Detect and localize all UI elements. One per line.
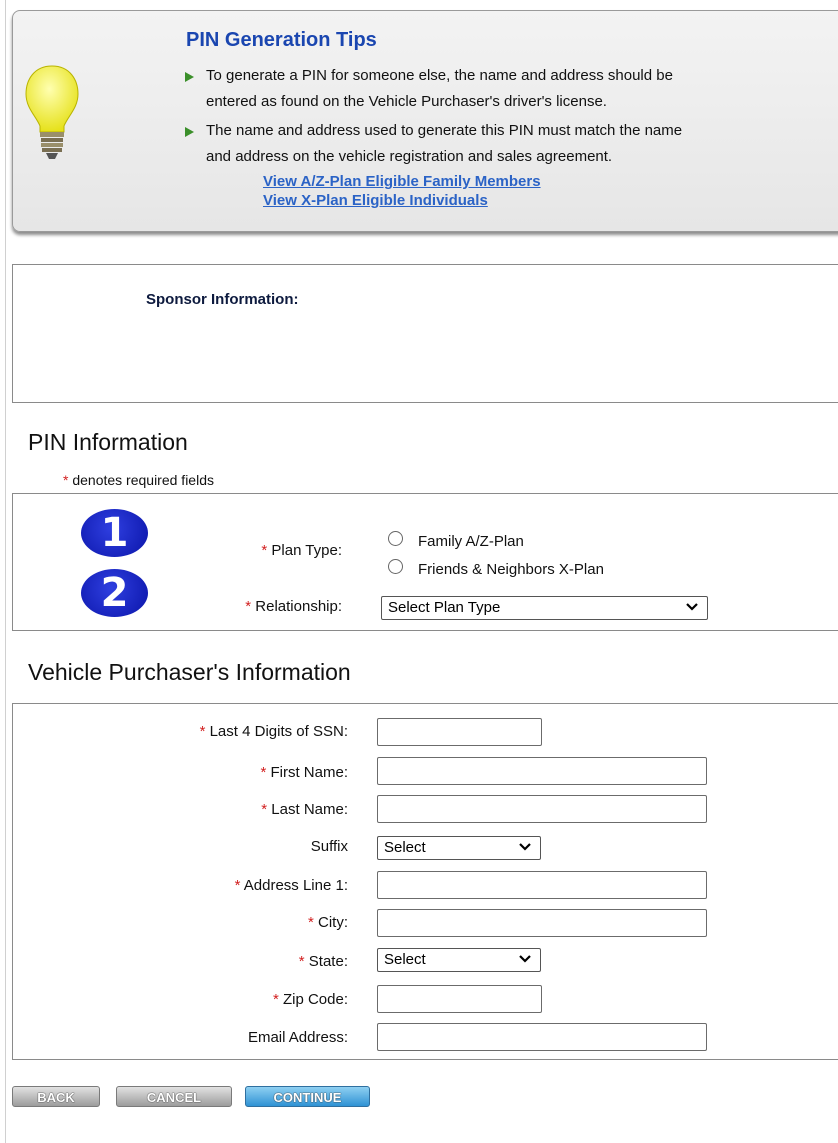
- tip-line-2: entered as found on the Vehicle Purchase…: [206, 93, 607, 110]
- ssn-label: * Last 4 Digits of SSN:: [199, 723, 348, 740]
- sponsor-info-box: [12, 264, 838, 403]
- radio-label-friends-x-plan[interactable]: Friends & Neighbors X-Plan: [418, 561, 604, 578]
- vehicle-purchaser-heading: Vehicle Purchaser's Information: [28, 659, 351, 685]
- radio-friends-x-plan[interactable]: [388, 559, 403, 574]
- email-input[interactable]: [377, 1023, 707, 1051]
- required-star: *: [63, 472, 69, 488]
- tips-title: PIN Generation Tips: [186, 29, 377, 51]
- city-input[interactable]: [377, 909, 707, 937]
- chevron-down-icon: [519, 843, 531, 851]
- relationship-label: * Relationship:: [245, 598, 342, 615]
- suffix-label: Suffix: [310, 838, 348, 855]
- state-select[interactable]: Select: [377, 948, 541, 972]
- state-select-value: Select: [384, 951, 426, 968]
- city-label: * City:: [307, 914, 348, 931]
- last-name-input[interactable]: [377, 795, 707, 823]
- sponsor-info-label: Sponsor Information:: [146, 291, 299, 308]
- lightbulb-icon: [25, 65, 79, 159]
- first-name-label: * First Name:: [260, 764, 348, 781]
- suffix-select-value: Select: [384, 839, 426, 856]
- page-left-border: [5, 0, 6, 1143]
- required-note: * denotes required fields: [63, 472, 214, 488]
- address1-label: * Address Line 1:: [234, 877, 348, 894]
- last-name-label: * Last Name:: [261, 801, 348, 818]
- marker-badge-1: 1: [81, 509, 148, 557]
- zip-input[interactable]: [377, 985, 542, 1013]
- required-note-text: denotes required fields: [72, 472, 214, 488]
- cancel-button[interactable]: CANCEL: [116, 1086, 232, 1107]
- link-x-plan-individuals[interactable]: View X-Plan Eligible Individuals: [263, 192, 488, 209]
- continue-button[interactable]: CONTINUE: [245, 1086, 370, 1107]
- plan-type-label: * Plan Type:: [261, 542, 342, 559]
- state-label: * State:: [298, 953, 348, 970]
- tip-line-3: The name and address used to generate th…: [206, 122, 683, 139]
- link-az-plan-family[interactable]: View A/Z-Plan Eligible Family Members: [263, 173, 541, 190]
- back-button[interactable]: BACK: [12, 1086, 100, 1107]
- radio-label-family-az-plan[interactable]: Family A/Z-Plan: [418, 533, 524, 550]
- chevron-down-icon: [686, 603, 698, 611]
- marker-badge-2: 2: [81, 569, 148, 617]
- radio-family-az-plan[interactable]: [388, 531, 403, 546]
- zip-label: * Zip Code:: [272, 991, 348, 1008]
- ssn-input[interactable]: [377, 718, 542, 746]
- suffix-select[interactable]: Select: [377, 836, 541, 860]
- tip-line-1: To generate a PIN for someone else, the …: [206, 67, 673, 84]
- address1-input[interactable]: [377, 871, 707, 899]
- relationship-select[interactable]: Select Plan Type: [381, 596, 708, 620]
- arrow-right-icon: [185, 72, 194, 82]
- first-name-input[interactable]: [377, 757, 707, 785]
- chevron-down-icon: [519, 955, 531, 963]
- relationship-select-value: Select Plan Type: [388, 599, 501, 616]
- pin-info-heading: PIN Information: [28, 429, 188, 455]
- arrow-right-icon: [185, 127, 194, 137]
- tip-line-4: and address on the vehicle registration …: [206, 148, 613, 165]
- email-label: Email Address:: [247, 1029, 348, 1046]
